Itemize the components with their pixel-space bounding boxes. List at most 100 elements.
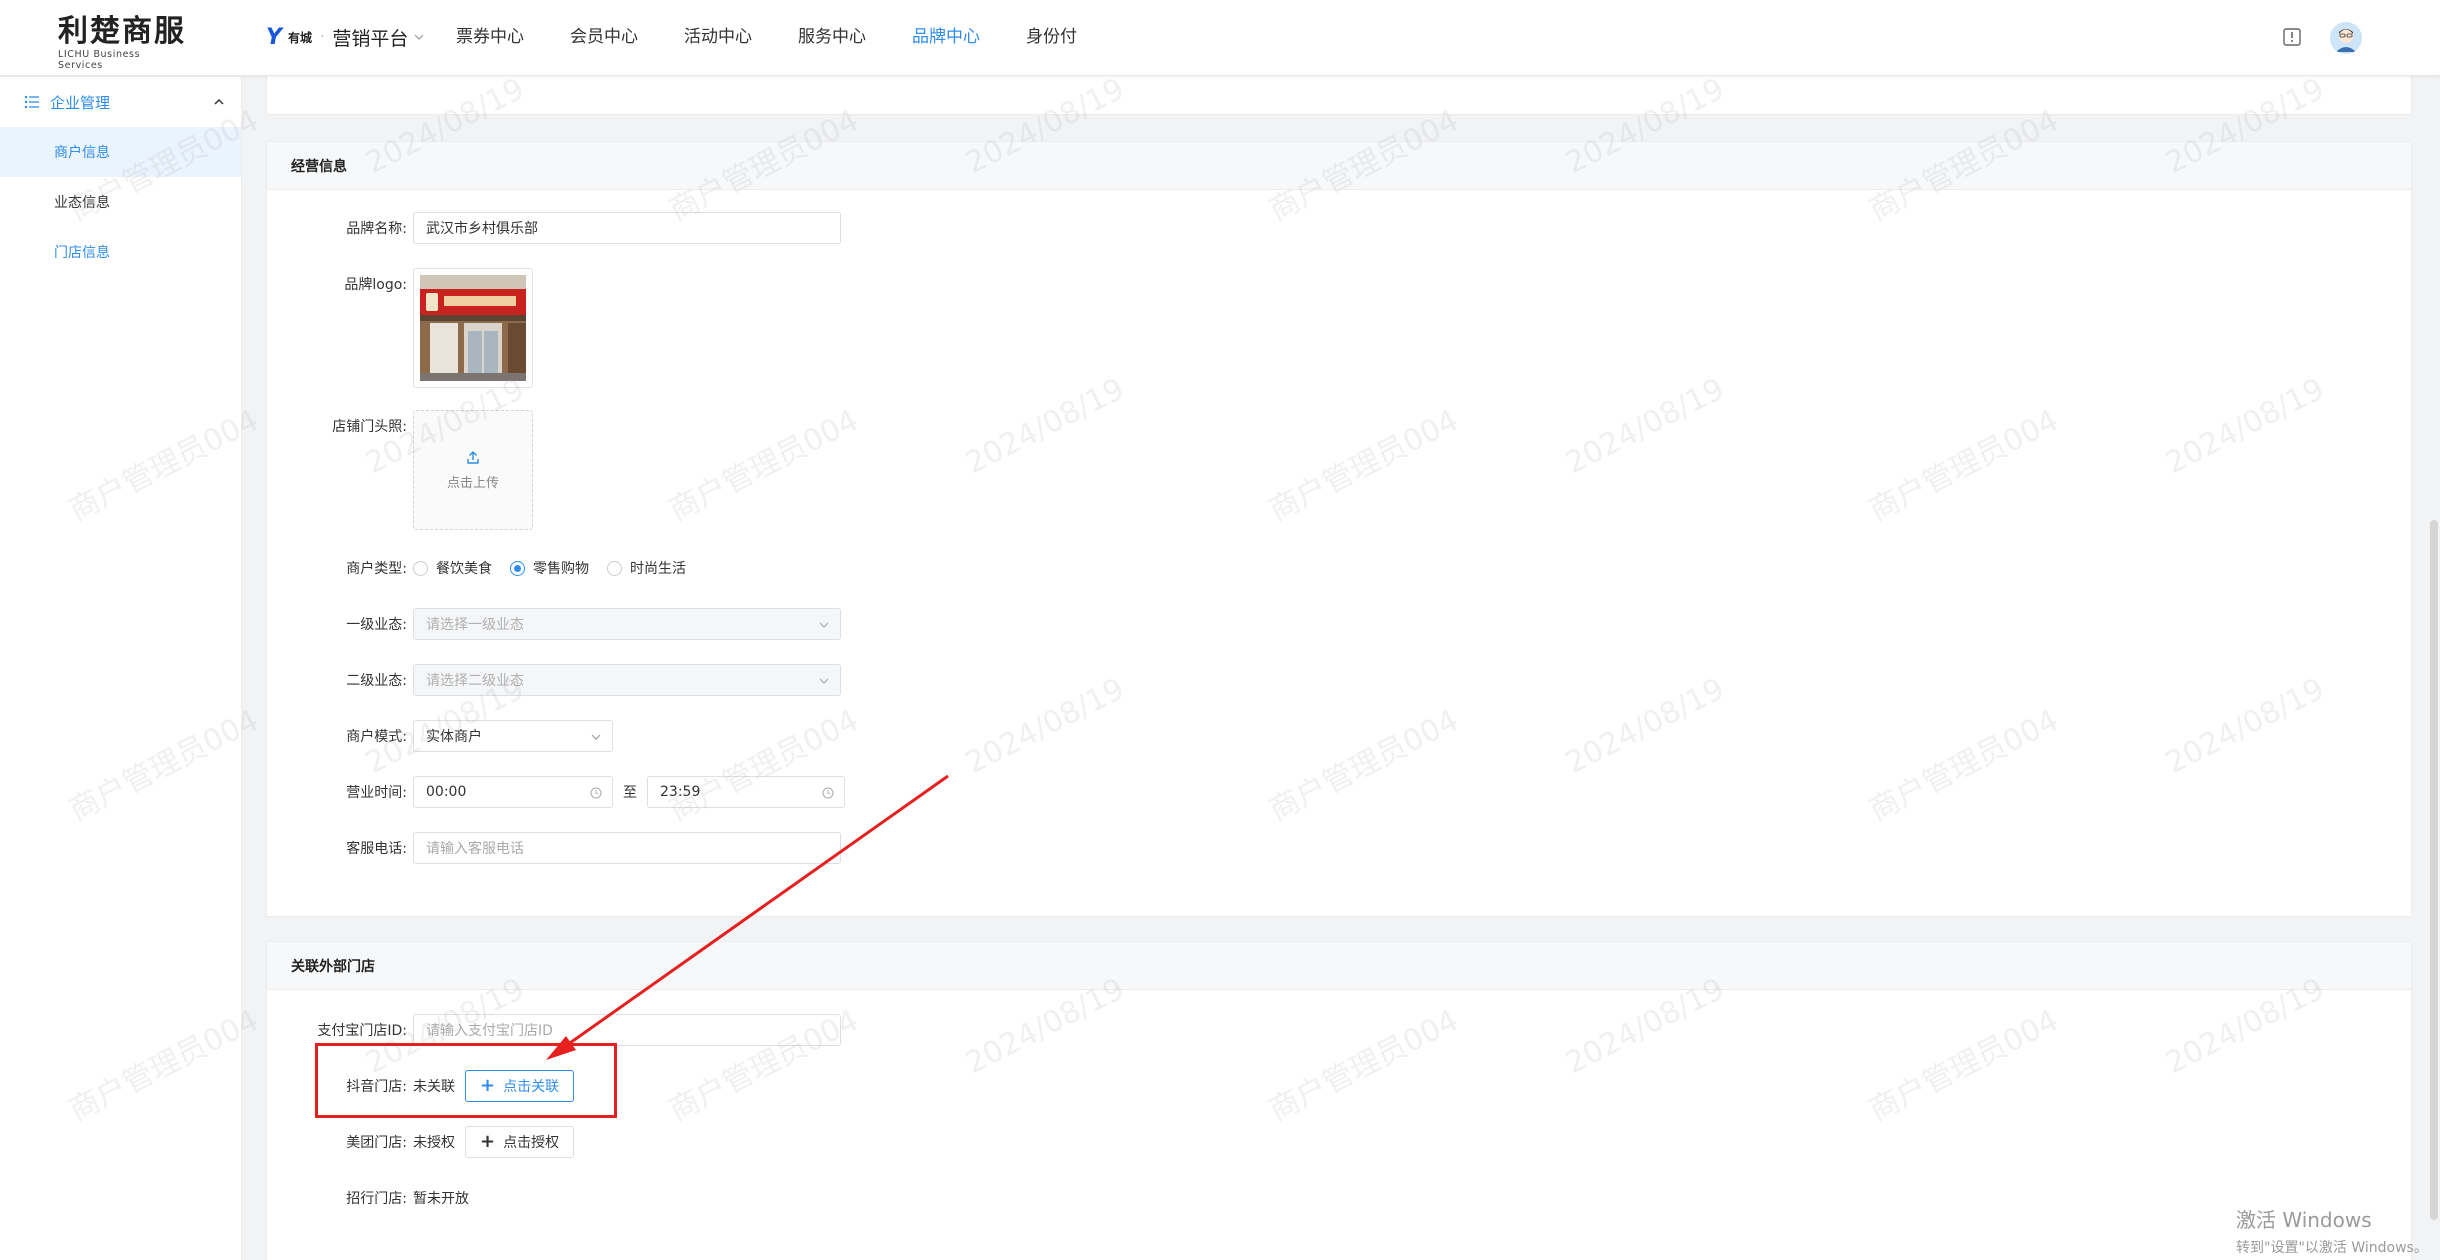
logo-title: 利楚商服 — [58, 14, 186, 49]
chevron-down-icon — [414, 34, 424, 40]
main-nav: 票券中心 会员中心 活动中心 服务中心 品牌中心 身份付 — [456, 24, 1077, 50]
annotation-highlight-box — [315, 1043, 617, 1118]
nav-member-center[interactable]: 会员中心 — [570, 24, 638, 50]
radio-label: 零售购物 — [533, 561, 589, 577]
alipay-store-row: 支付宝门店ID: 请输入支付宝门店ID — [267, 1014, 841, 1046]
meituan-authorize-button[interactable]: + 点击授权 — [465, 1126, 575, 1158]
upload-text: 点击上传 — [446, 475, 499, 491]
activation-subtitle: 转到"设置"以激活 Windows。 — [2236, 1240, 2428, 1256]
hours-start-picker[interactable]: 00:00 — [413, 776, 613, 808]
list-icon — [24, 95, 39, 109]
meituan-store-row: 美团门店: 未授权 + 点击授权 — [267, 1126, 575, 1158]
merchant-mode-label: 商户模式: — [346, 729, 407, 745]
meituan-status: 未授权 — [413, 1135, 455, 1151]
radio-button — [510, 560, 525, 576]
hours-end-picker[interactable]: 23:59 — [647, 776, 845, 808]
chevron-down-icon — [819, 678, 829, 684]
chevron-down-icon — [591, 734, 601, 740]
avatar[interactable] — [2330, 22, 2362, 54]
radio-fashion[interactable]: 时尚生活 — [607, 558, 686, 578]
zhaoxing-store-row: 招行门店: 暂未开放 — [267, 1182, 469, 1214]
secondary-format-select[interactable]: 请选择二级业态 — [413, 664, 841, 696]
service-phone-input[interactable]: 请输入客服电话 — [413, 832, 841, 864]
zhaoxing-label: 招行门店: — [346, 1191, 407, 1207]
section-title: 关联外部门店 — [267, 942, 2411, 990]
platform-name: 营销平台 — [332, 27, 409, 50]
nav-brand-center[interactable]: 品牌中心 — [912, 24, 980, 50]
radio-button — [413, 560, 428, 576]
primary-format-row: 一级业态: 请选择一级业态 — [267, 608, 841, 640]
sidebar-item-label: 门店信息 — [54, 245, 110, 261]
logo-subtitle: LICHU Business Services — [58, 49, 141, 71]
merchant-type-row: 商户类型: 餐饮美食 零售购物 时尚生活 — [267, 552, 704, 584]
brand-logo-label: 品牌logo: — [344, 277, 407, 293]
radio-label: 时尚生活 — [630, 561, 686, 577]
select-placeholder: 请选择一级业态 — [426, 617, 524, 633]
brand-logo-row: 品牌logo: — [267, 268, 533, 388]
sidebar-item-merchant-info[interactable]: 商户信息 — [0, 127, 241, 177]
clock-icon — [590, 787, 602, 799]
storefront-photo — [420, 275, 526, 381]
storefront-photo-row: 店铺门头照: 点击上传 — [267, 410, 533, 530]
platform-brand: 有城 — [287, 30, 312, 45]
platform-separator: · — [319, 29, 325, 45]
storefront-upload[interactable]: 点击上传 — [413, 410, 533, 530]
sidebar-group-enterprise[interactable]: 企业管理 — [0, 77, 241, 127]
merchant-mode-select[interactable]: 实体商户 — [413, 720, 613, 752]
page-scrollbar[interactable] — [2430, 520, 2438, 1220]
sidebar-item-label: 业态信息 — [54, 195, 110, 211]
brand-name-row: 品牌名称: 武汉市乡村俱乐部 — [267, 212, 841, 244]
secondary-format-label: 二级业态: — [346, 673, 407, 689]
brand-name-label: 品牌名称: — [346, 221, 407, 237]
nav-activity-center[interactable]: 活动中心 — [684, 24, 752, 50]
chevron-up-icon — [214, 98, 224, 105]
business-info-card: 经营信息 品牌名称: 武汉市乡村俱乐部 品牌logo: 店铺门头照: 点击上传 … — [266, 141, 2412, 917]
plus-icon: + — [480, 1131, 496, 1152]
sidebar-item-store-info[interactable]: 门店信息 — [0, 227, 241, 277]
yoc-logo-icon: Y — [266, 24, 282, 50]
user-avatar-icon — [2330, 22, 2362, 54]
section-title: 经营信息 — [267, 142, 2411, 190]
radio-catering[interactable]: 餐饮美食 — [413, 558, 492, 578]
secondary-format-row: 二级业态: 请选择二级业态 — [267, 664, 841, 696]
select-placeholder: 请选择二级业态 — [426, 673, 524, 689]
nav-ticket-center[interactable]: 票券中心 — [456, 24, 524, 50]
nav-identity-pay[interactable]: 身份付 — [1026, 24, 1077, 50]
primary-format-select[interactable]: 请选择一级业态 — [413, 608, 841, 640]
business-hours-label: 营业时间: — [346, 785, 407, 801]
business-hours-row: 营业时间: 00:00 至 23:59 — [267, 776, 845, 808]
merchant-mode-row: 商户模式: 实体商户 — [267, 720, 613, 752]
alipay-label: 支付宝门店ID: — [317, 1023, 407, 1039]
time-value: 23:59 — [660, 784, 701, 800]
time-range-separator: 至 — [623, 785, 637, 801]
service-phone-label: 客服电话: — [346, 841, 407, 857]
storefront-image-icon — [420, 275, 526, 381]
button-label: 点击授权 — [503, 1135, 560, 1151]
radio-label: 餐饮美食 — [436, 561, 492, 577]
sidebar-group-label: 企业管理 — [50, 93, 111, 112]
select-value: 实体商户 — [426, 729, 482, 745]
brand-logo[interactable]: 利楚商服 LICHU Business Services — [58, 14, 188, 72]
primary-format-label: 一级业态: — [346, 617, 407, 633]
nav-service-center[interactable]: 服务中心 — [798, 24, 866, 50]
activation-title: 激活 Windows — [2236, 1208, 2372, 1232]
previous-section-card — [266, 73, 2412, 115]
time-value: 00:00 — [426, 784, 467, 800]
brand-logo-thumbnail[interactable] — [413, 268, 533, 388]
upload-icon — [467, 450, 479, 464]
brand-name-input[interactable]: 武汉市乡村俱乐部 — [413, 212, 841, 244]
sidebar-item-business-format[interactable]: 业态信息 — [0, 177, 241, 227]
service-phone-row: 客服电话: 请输入客服电话 — [267, 832, 841, 864]
meituan-label: 美团门店: — [346, 1135, 407, 1151]
zhaoxing-status: 暂未开放 — [413, 1191, 469, 1207]
sidebar-item-label: 商户信息 — [54, 145, 110, 161]
storefront-label: 店铺门头照: — [332, 419, 407, 435]
sidebar: 企业管理 商户信息 业态信息 门店信息 — [0, 77, 242, 1260]
alipay-store-id-input[interactable]: 请输入支付宝门店ID — [413, 1014, 841, 1046]
chevron-down-icon — [819, 622, 829, 628]
top-header: 利楚商服 LICHU Business Services Y 有城 · 营销平台… — [0, 0, 2440, 76]
radio-retail[interactable]: 零售购物 — [510, 558, 589, 578]
merchant-type-label: 商户类型: — [346, 561, 407, 577]
platform-switcher[interactable]: Y 有城 · 营销平台 — [266, 24, 424, 50]
notice-icon[interactable] — [2282, 27, 2302, 47]
